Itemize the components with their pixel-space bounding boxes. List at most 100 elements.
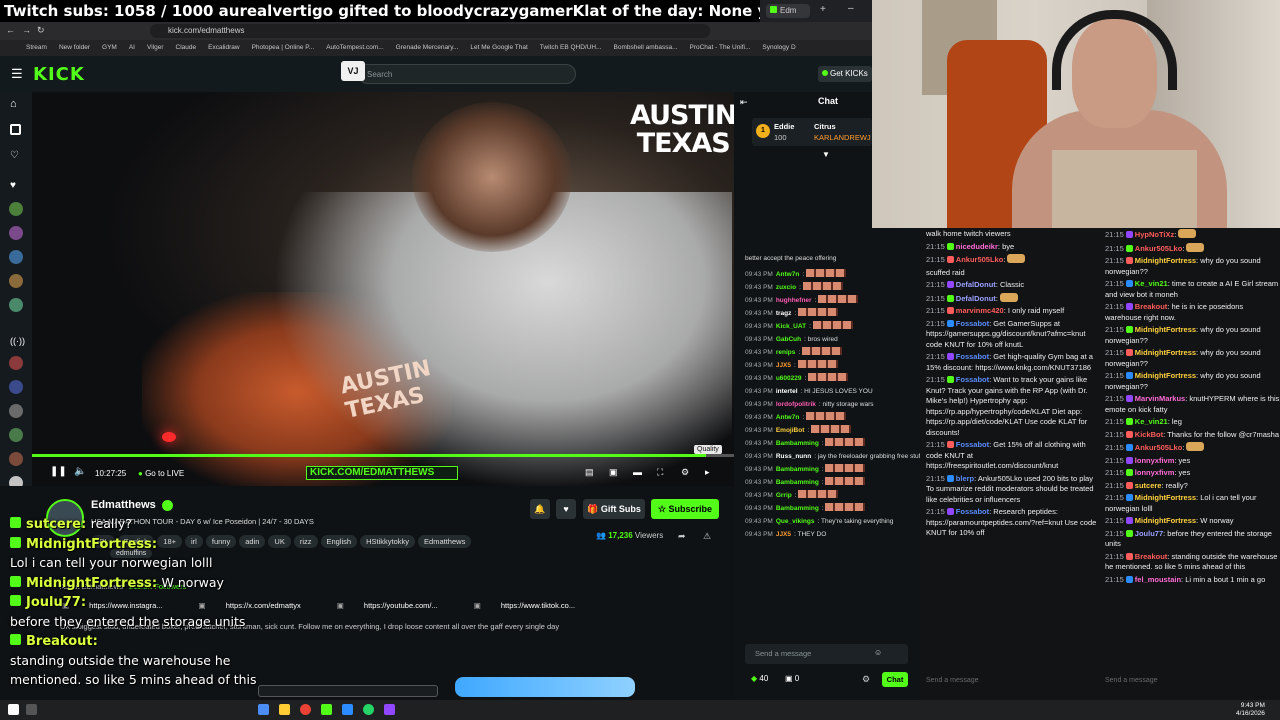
pause-icon[interactable]: ❚❚ bbox=[50, 466, 67, 477]
message-username[interactable]: MidnightFortress bbox=[1135, 256, 1196, 265]
message-username[interactable]: tragz bbox=[776, 310, 792, 317]
message-username[interactable]: zuxcio bbox=[776, 284, 796, 291]
following-icon[interactable]: ♡ bbox=[10, 150, 19, 161]
channel-avatar[interactable] bbox=[9, 274, 23, 288]
message-username[interactable]: KickBot bbox=[1135, 430, 1163, 439]
chat-send-button[interactable]: Chat bbox=[882, 672, 908, 687]
message-username[interactable]: MidnightFortress bbox=[1135, 516, 1196, 525]
explorer-icon[interactable] bbox=[258, 704, 269, 715]
bookmark-item[interactable]: GYM bbox=[102, 44, 117, 51]
message-username[interactable]: Fossabot bbox=[956, 507, 989, 516]
stream-tag[interactable]: Edmatthews bbox=[418, 535, 472, 548]
emote-picker-icon[interactable]: ☺ bbox=[874, 648, 882, 657]
message-username[interactable]: blerp bbox=[956, 474, 974, 483]
bookmark-item[interactable]: Grenade Mercenary... bbox=[396, 44, 459, 51]
social-link[interactable]: ▣ https://www.tiktok.co... bbox=[474, 601, 593, 610]
gift-subs-button[interactable]: 🎁 Gift Subs bbox=[583, 499, 645, 519]
bookmark-item[interactable]: New folder bbox=[59, 44, 90, 51]
kick-logo[interactable]: KICK bbox=[33, 64, 85, 85]
start-icon[interactable] bbox=[8, 704, 19, 715]
twitch-chat-input[interactable]: Send a message bbox=[1105, 677, 1269, 689]
channel-avatar[interactable] bbox=[9, 380, 23, 394]
bookmark-item[interactable]: AI bbox=[129, 44, 135, 51]
video-player[interactable]: AUSTIN TEXAS AUSTIN TEXAS ❚❚ 🔈 10:27:25 … bbox=[32, 92, 734, 486]
bookmark-item[interactable]: Claude bbox=[176, 44, 197, 51]
message-username[interactable]: MidnightFortress bbox=[1135, 371, 1196, 380]
message-username[interactable]: Grrip bbox=[776, 492, 792, 499]
gift-count-display[interactable]: ▣ 0 bbox=[785, 674, 799, 683]
channel-avatar[interactable] bbox=[9, 428, 23, 442]
taskbar-clock[interactable]: 9:43 PM 4/16/2026 bbox=[1236, 702, 1265, 718]
message-username[interactable]: Fossabot bbox=[956, 352, 989, 361]
message-username[interactable]: JJX5 bbox=[776, 362, 791, 369]
bookmark-item[interactable]: Photopea | Online P... bbox=[252, 44, 315, 51]
follow-heart-icon[interactable]: ♥ bbox=[556, 499, 576, 519]
message-username[interactable]: intertel bbox=[776, 388, 798, 395]
bookmark-item[interactable]: Bombshell ambassa... bbox=[614, 44, 678, 51]
new-tab-icon[interactable]: + bbox=[820, 4, 826, 15]
channel-avatar[interactable] bbox=[9, 250, 23, 264]
go-to-live-button[interactable]: ● Go to LIVE bbox=[138, 469, 184, 478]
message-username[interactable]: Joulu77 bbox=[1135, 529, 1163, 538]
address-field[interactable]: kick.com/edmatthews bbox=[150, 24, 710, 38]
volume-icon[interactable]: 🔈 bbox=[74, 466, 86, 477]
message-username[interactable]: Ankur505Lko bbox=[1135, 244, 1183, 253]
message-username[interactable]: nicedudeikr bbox=[956, 242, 998, 251]
message-username[interactable]: lonnyxfivm bbox=[1135, 468, 1175, 477]
channel-avatar[interactable] bbox=[9, 404, 23, 418]
bookmark-item[interactable]: Excalidraw bbox=[208, 44, 239, 51]
bookmark-item[interactable]: Let Me Google That bbox=[470, 44, 527, 51]
message-username[interactable]: MidnightFortress bbox=[1135, 493, 1196, 502]
bookmark-item[interactable]: Vilger bbox=[147, 44, 164, 51]
favorites-icon[interactable]: ♥ bbox=[10, 180, 16, 191]
message-username[interactable]: HypNoTiXz bbox=[1135, 230, 1174, 239]
bookmark-item[interactable]: Twitch EB QHD/UH... bbox=[540, 44, 602, 51]
browse-icon[interactable] bbox=[10, 124, 21, 135]
notification-bell-icon[interactable]: 🔔 bbox=[530, 499, 550, 519]
forward-icon[interactable]: → bbox=[22, 25, 31, 35]
message-username[interactable]: Ankur505Lko bbox=[1135, 443, 1183, 452]
twitch-icon[interactable] bbox=[384, 704, 395, 715]
miniplayer-icon[interactable]: ▣ bbox=[609, 467, 618, 478]
message-username[interactable]: Ke_vin21 bbox=[1135, 417, 1168, 426]
message-username[interactable]: Ke_vin21 bbox=[1135, 279, 1168, 288]
clip-icon[interactable]: ▤ bbox=[585, 467, 594, 478]
bookmark-item[interactable]: Stream bbox=[26, 44, 47, 51]
channel-avatar[interactable] bbox=[9, 452, 23, 466]
channel-name[interactable]: Edmatthews bbox=[91, 499, 156, 511]
message-username[interactable]: JJX5 bbox=[776, 531, 791, 538]
message-username[interactable]: Fossabot bbox=[956, 440, 989, 449]
message-username[interactable]: Fossabot bbox=[956, 375, 989, 384]
message-username[interactable]: MarvinMarkus bbox=[1135, 394, 1185, 403]
report-icon[interactable]: ⚠ bbox=[703, 531, 711, 542]
message-username[interactable]: marvinmc420 bbox=[956, 306, 1004, 315]
search-input[interactable]: Search bbox=[358, 64, 576, 84]
bookmark-item[interactable]: AutoTempest.com... bbox=[326, 44, 383, 51]
message-username[interactable]: u600229 bbox=[776, 375, 802, 382]
fullscreen-icon[interactable]: ⛶ bbox=[657, 467, 663, 478]
menu-icon[interactable]: ☰ bbox=[11, 66, 23, 82]
message-username[interactable]: Fossabot bbox=[956, 319, 989, 328]
message-username[interactable]: GabCuh bbox=[776, 336, 801, 343]
channel-avatar[interactable] bbox=[9, 298, 23, 312]
collapse-chat-icon[interactable]: ⇤ bbox=[740, 97, 748, 108]
channel-avatar[interactable] bbox=[9, 226, 23, 240]
message-username[interactable]: Kick_UAT bbox=[776, 323, 806, 330]
chat-message-input[interactable]: Send a message bbox=[745, 644, 908, 664]
chrome-icon[interactable] bbox=[300, 704, 311, 715]
back-icon[interactable]: ← bbox=[6, 25, 15, 35]
message-username[interactable]: lonnyxfivm bbox=[1135, 456, 1175, 465]
message-username[interactable]: fel_moustain bbox=[1135, 575, 1181, 584]
home-icon[interactable]: ⌂ bbox=[10, 98, 22, 110]
minimize-icon[interactable]: – bbox=[848, 3, 854, 14]
message-username[interactable]: Breakout bbox=[1135, 552, 1168, 561]
message-username[interactable]: sutcere bbox=[1135, 481, 1162, 490]
message-username[interactable]: lordofpolitrik bbox=[776, 401, 816, 408]
message-username[interactable]: Antw7n bbox=[776, 271, 799, 278]
message-username[interactable]: DefalDonut bbox=[956, 280, 996, 289]
points-display[interactable]: ◆ 40 bbox=[751, 674, 768, 683]
message-username[interactable]: Breakout bbox=[1135, 302, 1168, 311]
message-username[interactable]: DefalDonut bbox=[956, 294, 996, 303]
subscribe-button[interactable]: ☆ Subscribe bbox=[651, 499, 719, 519]
active-tab[interactable]: Edm bbox=[766, 4, 810, 18]
